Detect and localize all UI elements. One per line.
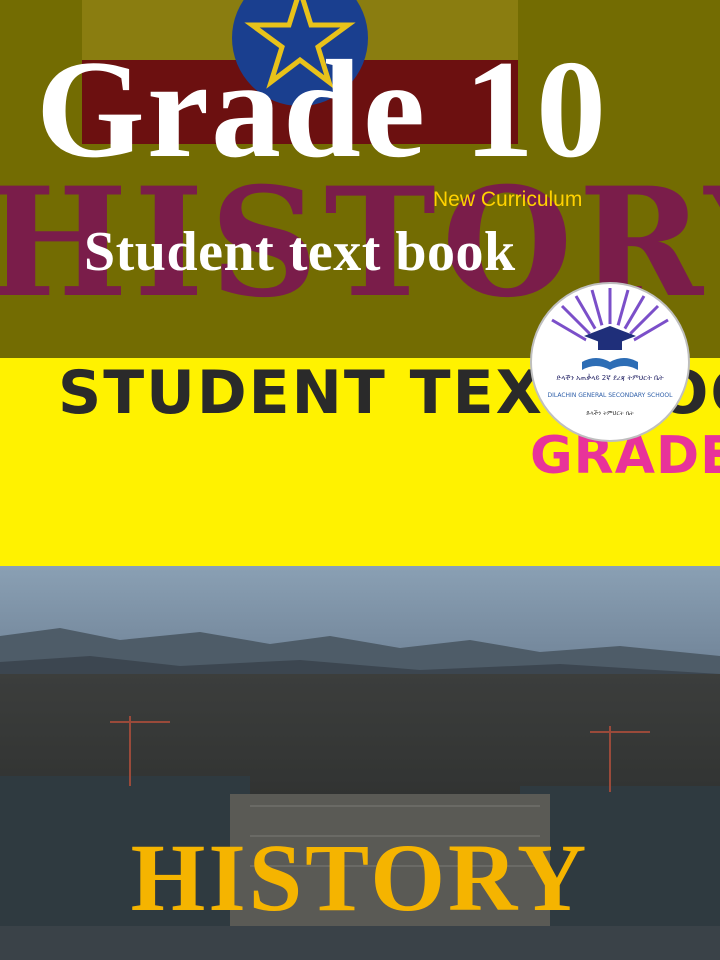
logo-amharic-name: ድላችን አጠቃላይ 2ኛ ደረጃ ትምህርት ቤት: [556, 374, 664, 382]
logo-motto: ድላችን ትምህርት ቤት: [586, 410, 634, 417]
book-type-title: Student text book: [84, 221, 516, 283]
subject-title: HISTORY: [130, 824, 590, 931]
school-logo: ድላችን አጠቃላይ 2ኛ ደረጃ ትምህርት ቤት DILACHIN GENE…: [530, 282, 690, 442]
logo-school-name: DILACHIN GENERAL SECONDARY SCHOOL: [547, 392, 673, 399]
graduation-cap-book-icon: [551, 288, 669, 376]
grade-title: Grade 10: [36, 32, 609, 187]
curriculum-note: New Curriculum: [433, 188, 583, 211]
